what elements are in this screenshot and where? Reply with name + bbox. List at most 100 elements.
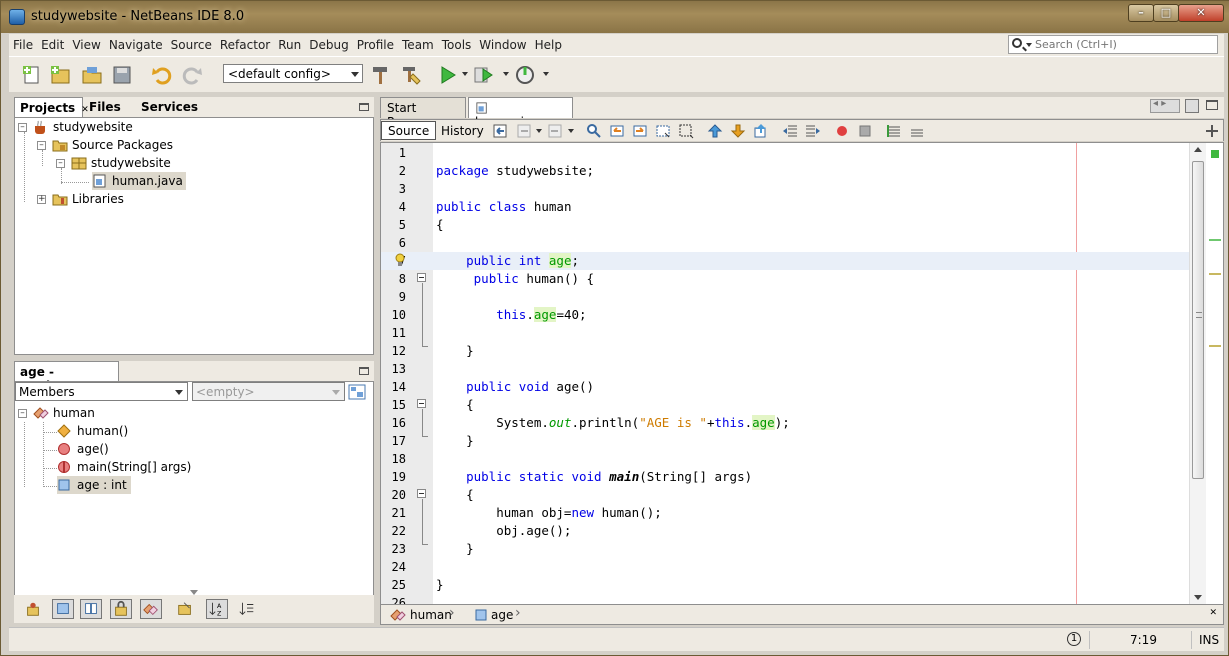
non-public-members-icon[interactable] [110,599,132,619]
breadcrumb-class[interactable]: human [410,608,452,622]
code-line[interactable]: 26 [381,594,1189,604]
code-line[interactable]: 25} [381,576,1189,594]
collapse-toggle[interactable]: – [56,158,65,168]
expand-toggle[interactable]: + [37,194,46,204]
tree-node-package[interactable]: – studywebsite [56,154,171,172]
code-line[interactable]: 14 public void age() [381,378,1189,396]
code-line[interactable]: 16 System.out.println("AGE is "+this.age… [381,414,1189,432]
scrollbar-thumb[interactable] [1192,161,1204,479]
uncomment-icon[interactable] [909,123,925,139]
menu-source[interactable]: Source [167,38,216,52]
profile-dropdown-icon[interactable] [543,72,549,76]
tree-node-libraries[interactable]: + Libraries [37,190,124,208]
find-selection-icon[interactable] [586,123,602,139]
menu-debug[interactable]: Debug [305,38,352,52]
tree-node-human-java[interactable]: human.java [92,172,186,190]
code-line[interactable]: 12 } [381,342,1189,360]
new-file-icon[interactable] [21,64,43,86]
menu-run[interactable]: Run [274,38,305,52]
nav-node-field-age[interactable]: age : int [57,476,131,494]
code-line[interactable]: 4 public class human [381,198,1189,216]
menu-tools[interactable]: Tools [438,38,476,52]
scroll-down-icon[interactable] [1194,595,1202,600]
save-all-icon[interactable] [111,64,133,86]
toggle-rect-selection-icon[interactable] [678,123,694,139]
breadcrumb-field[interactable]: age [491,608,513,622]
collapse-toggle[interactable]: – [37,140,46,150]
next-bookmark-icon[interactable] [730,123,746,139]
code-line[interactable]: 24 [381,558,1189,576]
scope-select[interactable]: <empty> [192,382,345,401]
menu-team[interactable]: Team [398,38,438,52]
start-macro-recording-icon[interactable] [834,123,850,139]
maximize-button[interactable]: □ [1153,4,1179,22]
close-button[interactable]: ✕ [1178,4,1224,22]
find-next-icon[interactable] [632,123,648,139]
config-select[interactable]: <default config> [223,64,363,83]
code-line[interactable]: 23 } [381,540,1189,558]
nav-node-constructor[interactable]: human() [57,422,128,440]
menu-profile[interactable]: Profile [353,38,398,52]
code-line[interactable]: 6 [381,234,1189,252]
code-line[interactable]: 19 public static void main(String[] args… [381,468,1189,486]
split-editor-icon[interactable] [1204,123,1220,139]
editor-vertical-scrollbar[interactable] [1189,143,1206,604]
code-line[interactable]: 9 [381,288,1189,306]
inner-classes-icon[interactable] [140,599,162,619]
stop-macro-recording-icon[interactable] [857,123,873,139]
maximize-editor-icon[interactable] [1206,100,1218,110]
code-line[interactable]: 15 { [381,396,1189,414]
close-icon[interactable]: ✕ [1209,608,1217,618]
new-project-icon[interactable] [49,64,71,86]
forward-icon[interactable] [547,123,563,139]
code-line[interactable]: 11 [381,324,1189,342]
nav-node-class-human[interactable]: – human [18,404,95,422]
insert-mode[interactable]: INS [1199,633,1219,647]
tree-node-source-packages[interactable]: – Source Packages [37,136,173,154]
code-editor[interactable]: 1 2 package studywebsite; 3 4 public class hu… [380,142,1224,605]
tree-node-project[interactable]: – studywebsite [18,118,133,136]
menu-navigate[interactable]: Navigate [105,38,167,52]
code-line[interactable]: 13 [381,360,1189,378]
redo-icon[interactable] [181,64,203,86]
nav-node-method-age[interactable]: age() [57,440,109,458]
shift-line-right-icon[interactable] [805,123,821,139]
show-static-icon[interactable] [80,599,102,619]
debug-dropdown-icon[interactable] [503,72,509,76]
run-dropdown-icon[interactable] [462,72,468,76]
source-mode-button[interactable]: Source [381,121,437,140]
error-stripe[interactable] [1207,143,1223,604]
search-box[interactable] [1008,35,1218,54]
code-line[interactable]: 17 } [381,432,1189,450]
comment-icon[interactable] [886,123,902,139]
open-project-icon[interactable] [81,64,103,86]
code-line[interactable]: 21 human obj=new human(); [381,504,1189,522]
shift-line-left-icon[interactable] [782,123,798,139]
code-line[interactable]: 18 [381,450,1189,468]
code-line[interactable]: 8 public human() { [381,270,1189,288]
menu-refactor[interactable]: Refactor [216,38,274,52]
fully-qualified-names-icon[interactable] [174,599,196,619]
tab-human-java[interactable]: human.java✕ [468,97,573,129]
code-line[interactable]: 22 obj.age(); [381,522,1189,540]
sort-by-source-icon[interactable] [236,599,258,619]
title-bar[interactable]: studywebsite - NetBeans IDE 8.0 – □ ✕ [1,1,1229,33]
tab-projects[interactable]: Projects ✕ [14,97,89,117]
menu-file[interactable]: File [9,38,37,52]
code-line[interactable]: 20 { [381,486,1189,504]
nav-node-method-main[interactable]: main(String[] args) [57,458,191,476]
tab-files[interactable]: Files [84,97,126,117]
minimize-panel-icon[interactable] [359,103,369,111]
run-project-icon[interactable] [437,64,459,86]
marker[interactable] [1209,239,1221,241]
profile-project-icon[interactable] [514,64,536,86]
search-input[interactable] [1035,37,1213,52]
code-line[interactable]: 7 public int age; [381,252,1189,270]
lightbulb-hint-icon[interactable] [394,253,406,267]
show-opened-documents-icon[interactable] [1185,99,1199,113]
menu-edit[interactable]: Edit [37,38,68,52]
find-previous-icon[interactable] [609,123,625,139]
marker[interactable] [1209,273,1221,275]
tab-start-page[interactable]: Start Page✕ [380,97,466,129]
show-fields-icon[interactable] [52,599,74,619]
